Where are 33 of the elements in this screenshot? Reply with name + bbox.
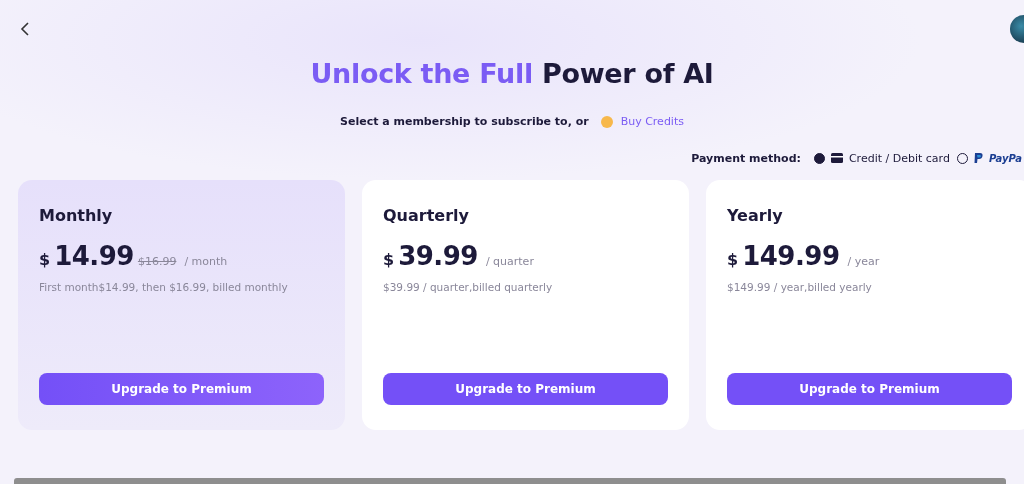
currency-symbol: $ — [727, 250, 739, 269]
credit-card-icon — [830, 153, 843, 163]
billing-period: / quarter — [485, 255, 534, 268]
plan-name: Monthly — [39, 206, 114, 225]
scrollbar-thumb[interactable] — [14, 478, 1006, 484]
paypal-logo: PayPa — [988, 152, 1022, 164]
plan-card[interactable]: Quarterly $39.99 / quarter $39.99 / quarter,billed quarterly Upgrade to Premium — [362, 180, 689, 430]
old-price: $16.99 — [137, 255, 177, 268]
paypal-logo-icon — [973, 152, 983, 164]
plan-price: 39.99 — [398, 241, 478, 271]
billing-note: First month$14.99, then $16.99, billed monthly — [39, 281, 289, 293]
plan-name: Quarterly — [383, 206, 470, 225]
plan-card[interactable]: Monthly $14.99$16.99 / month First month$14.99, then $16.99, billed monthly Upgrade to Premium — [18, 180, 345, 430]
currency-symbol: $ — [383, 250, 395, 269]
plan-name: Yearly — [727, 206, 784, 225]
billing-period: / month — [184, 255, 228, 268]
coin-icon — [600, 115, 613, 128]
billing-note: $39.99 / quarter,billed quarterly — [383, 281, 554, 293]
plan-card[interactable]: Yearly $149.99 / year $149.99 / year,billed yearly Upgrade to Premium — [706, 180, 1024, 430]
page-title: Unlock the Full Power of AI — [309, 58, 715, 89]
subtitle: Select a membership to subscribe to, or — [340, 115, 589, 128]
radio-button[interactable] — [813, 152, 825, 164]
upgrade-button[interactable]: Upgrade to Premium — [727, 373, 1012, 405]
upgrade-button[interactable]: Upgrade to Premium — [39, 373, 324, 405]
billing-note: $149.99 / year,billed yearly — [727, 281, 873, 293]
buy-credits-link[interactable]: Buy Credits — [620, 115, 684, 128]
payment-method-label: Payment method: — [691, 151, 801, 165]
upgrade-button[interactable]: Upgrade to Premium — [383, 373, 668, 405]
plan-price: 14.99 — [54, 241, 134, 271]
payment-option-label: Credit / Debit card — [848, 151, 950, 165]
currency-symbol: $ — [39, 250, 51, 269]
plan-price: 149.99 — [742, 241, 840, 271]
billing-period: / year — [847, 255, 880, 268]
